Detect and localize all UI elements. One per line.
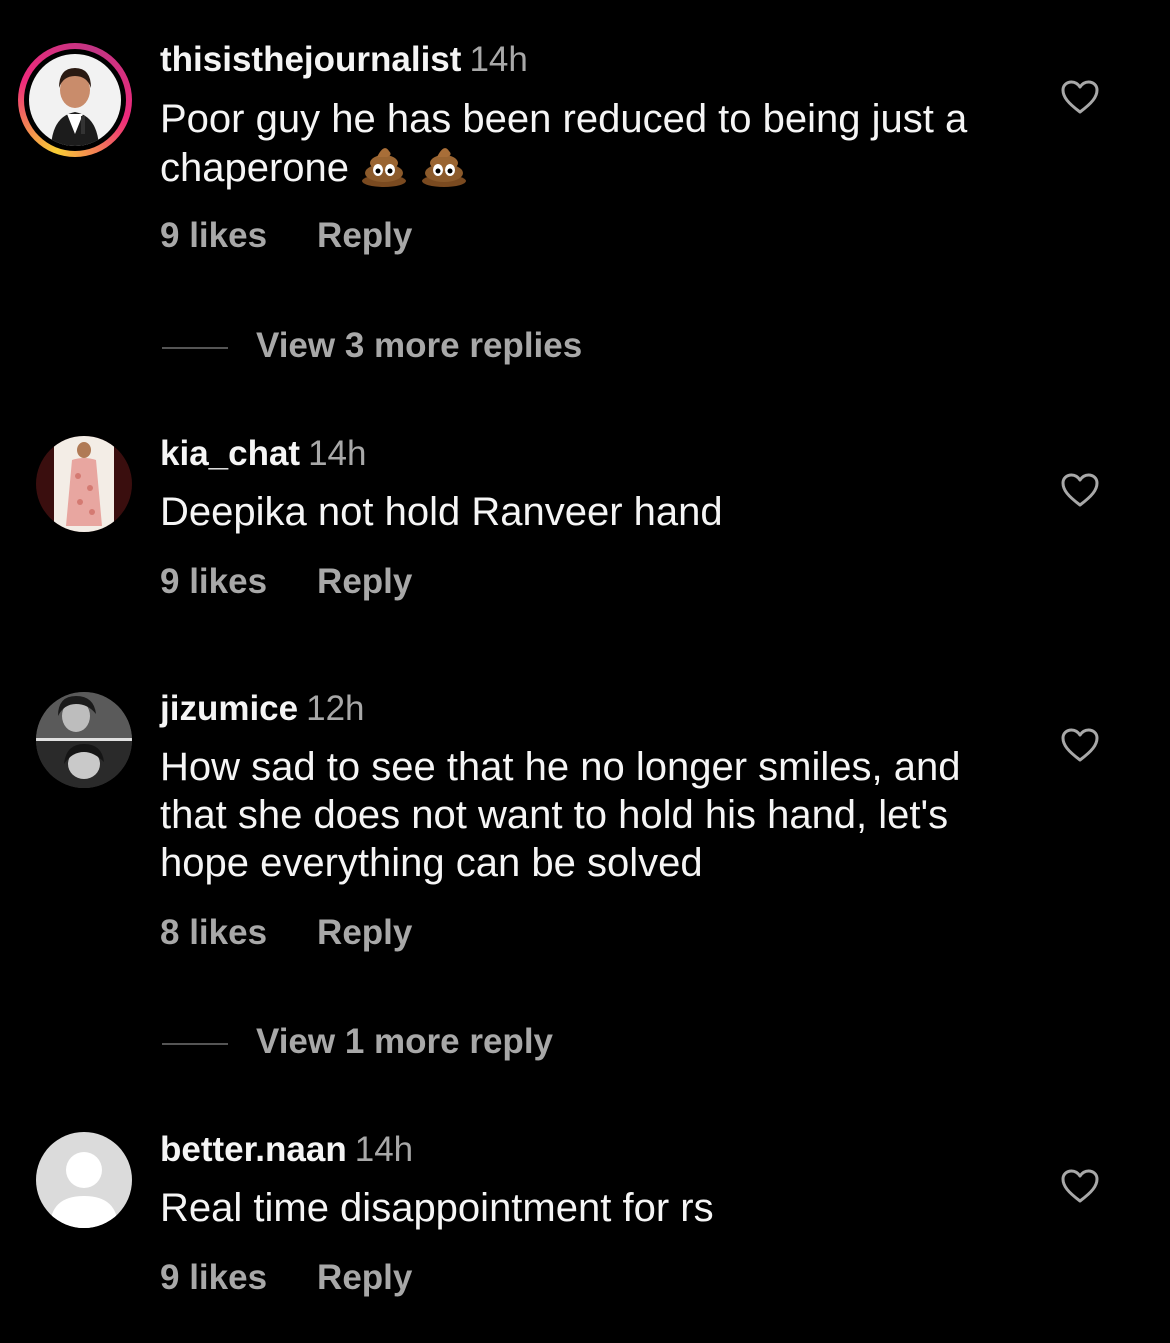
timestamp: 14h xyxy=(469,40,528,79)
likes-count[interactable]: 9 likes xyxy=(160,216,267,255)
reply-button[interactable]: Reply xyxy=(317,913,412,952)
comment-header: better.naan 14h xyxy=(160,1130,413,1170)
comment-text-content: Poor guy he has been reduced to being ju… xyxy=(160,97,968,190)
comment-actions: 9 likes Reply xyxy=(160,216,412,256)
comment-text: Real time disappointment for rs xyxy=(160,1184,1040,1232)
reply-button[interactable]: Reply xyxy=(317,1258,412,1297)
view-more-label: View 1 more reply xyxy=(256,1022,554,1061)
timestamp: 14h xyxy=(308,434,367,473)
poop-emoji xyxy=(422,148,467,187)
timestamp: 14h xyxy=(354,1130,414,1169)
username[interactable]: jizumice xyxy=(160,689,298,728)
comment-header: kia_chat 14h xyxy=(160,434,367,474)
poop-emoji xyxy=(362,148,407,187)
comment-actions: 8 likes Reply xyxy=(160,913,412,953)
heart-outline-icon[interactable] xyxy=(1060,1168,1100,1204)
comment-text: How sad to see that he no longer smiles,… xyxy=(160,743,990,887)
avatar[interactable] xyxy=(36,436,132,532)
comment-actions: 9 likes Reply xyxy=(160,1258,412,1298)
divider xyxy=(162,1042,228,1045)
story-ring-avatar[interactable] xyxy=(18,43,132,157)
comment-header: thisisthejournalist 14h xyxy=(160,40,528,80)
likes-count[interactable]: 8 likes xyxy=(160,913,267,952)
divider xyxy=(162,346,228,349)
comment-text-content: How sad to see that he no longer smiles,… xyxy=(160,745,961,885)
comment-text-content: Real time disappointment for rs xyxy=(160,1186,714,1230)
username[interactable]: better.naan xyxy=(160,1130,347,1169)
avatar xyxy=(29,54,121,146)
comment-text: Poor guy he has been reduced to being ju… xyxy=(160,95,1040,192)
avatar[interactable] xyxy=(36,692,132,788)
view-more-replies-button[interactable]: View 3 more replies xyxy=(162,326,582,366)
timestamp: 12h xyxy=(306,689,365,728)
reply-button[interactable]: Reply xyxy=(317,562,412,601)
heart-outline-icon[interactable] xyxy=(1060,79,1100,115)
likes-count[interactable]: 9 likes xyxy=(160,1258,267,1297)
heart-outline-icon[interactable] xyxy=(1060,727,1100,763)
default-avatar-icon[interactable] xyxy=(36,1132,132,1228)
username[interactable]: thisisthejournalist xyxy=(160,40,461,79)
comment-text: Deepika not hold Ranveer hand xyxy=(160,488,1040,536)
view-more-label: View 3 more replies xyxy=(256,326,583,365)
heart-outline-icon[interactable] xyxy=(1060,472,1100,508)
reply-button[interactable]: Reply xyxy=(317,216,412,255)
comment-header: jizumice 12h xyxy=(160,689,365,729)
comment-actions: 9 likes Reply xyxy=(160,562,412,602)
likes-count[interactable]: 9 likes xyxy=(160,562,267,601)
username[interactable]: kia_chat xyxy=(160,434,300,473)
view-more-replies-button[interactable]: View 1 more reply xyxy=(162,1022,553,1062)
comment-text-content: Deepika not hold Ranveer hand xyxy=(160,490,723,534)
